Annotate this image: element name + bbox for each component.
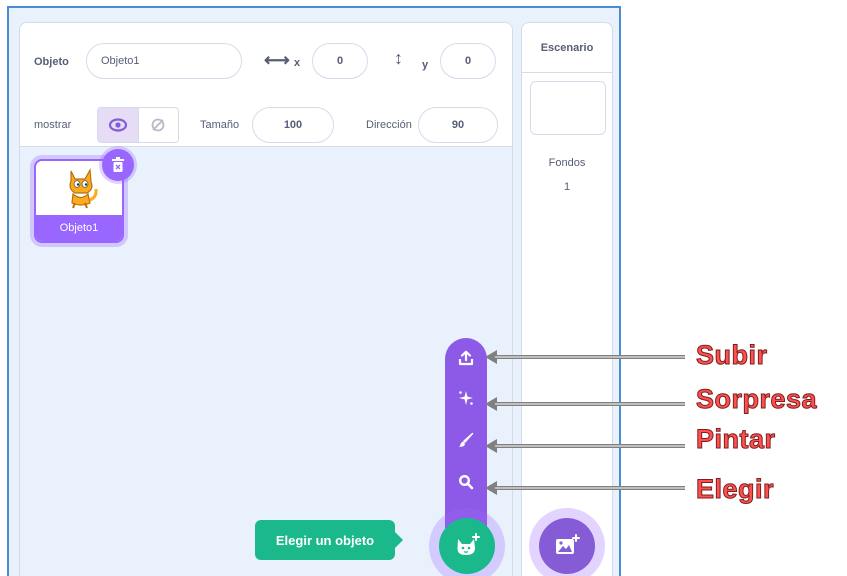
- visibility-toggle: [97, 107, 179, 143]
- hide-button[interactable]: [137, 108, 178, 142]
- horizontal-arrow-icon: ⟷: [264, 50, 290, 70]
- annotation-surprise: Sorpresa: [695, 384, 818, 415]
- size-label: Tamaño: [200, 119, 240, 131]
- sprite-tile-name: Objeto1: [36, 215, 122, 241]
- backdrop-add-icon: [556, 534, 580, 554]
- sprite-name-input[interactable]: Objeto1: [86, 43, 242, 79]
- direction-input[interactable]: 90: [418, 107, 498, 143]
- annotation-arrow-line: [495, 486, 685, 490]
- cat-add-icon: [457, 533, 480, 555]
- upload-sprite-button[interactable]: [445, 340, 487, 376]
- eye-icon: [108, 118, 127, 132]
- choose-sprite-button-halo: [429, 508, 505, 576]
- paint-sprite-button[interactable]: [445, 422, 487, 458]
- y-label: y: [422, 59, 429, 71]
- y-input[interactable]: 0: [440, 43, 496, 79]
- sprite-label: Objeto: [34, 56, 69, 68]
- show-button[interactable]: [98, 108, 138, 142]
- stage-thumbnail[interactable]: [530, 81, 606, 135]
- sprite-tile[interactable]: Objeto1: [34, 149, 134, 243]
- surprise-sparkle-icon: [459, 391, 473, 405]
- show-label: mostrar: [34, 119, 72, 131]
- choose-sprite-button[interactable]: [439, 518, 495, 574]
- choose-sprite-tooltip: Elegir un objeto: [255, 520, 403, 560]
- choose-backdrop-button-halo: [529, 508, 605, 576]
- annotation-paint: Pintar: [696, 424, 776, 455]
- sprite-pane: Objeto Objeto1 ⟷ x 0 ↕ y 0 mostrar Tamañ…: [19, 22, 513, 576]
- paint-brush-icon: [459, 432, 474, 447]
- choose-backdrop-button[interactable]: [539, 518, 595, 574]
- trash-icon: [112, 157, 124, 172]
- annotation-upload: Subir: [696, 340, 768, 371]
- cat-sprite-icon: [69, 167, 98, 209]
- surprise-sprite-button[interactable]: [445, 380, 487, 416]
- choose-from-library-button[interactable]: [445, 464, 487, 500]
- size-input[interactable]: 100: [252, 107, 334, 143]
- choose-sprite-menu: [445, 338, 487, 528]
- stage-header: Escenario: [522, 23, 612, 73]
- vertical-arrow-icon: ↕: [394, 48, 403, 68]
- annotation-arrow-line: [495, 355, 685, 359]
- sprite-info-bar: Objeto Objeto1 ⟷ x 0 ↕ y 0 mostrar Tamañ…: [20, 23, 512, 147]
- delete-sprite-button[interactable]: [102, 149, 134, 181]
- upload-icon: [458, 350, 474, 366]
- x-label: x: [294, 57, 301, 69]
- direction-label: Dirección: [366, 119, 412, 131]
- annotation-arrow-line: [495, 444, 685, 448]
- x-input[interactable]: 0: [312, 43, 368, 79]
- annotation-choose: Elegir: [695, 474, 775, 505]
- backdrops-label: Fondos: [548, 157, 586, 169]
- backdrops-count: 1: [563, 181, 571, 193]
- stage-pane: Escenario Fondos 1: [521, 22, 613, 576]
- search-icon: [458, 474, 474, 490]
- hidden-eye-icon: [152, 118, 165, 132]
- annotation-arrow-line: [495, 402, 685, 406]
- sprite-and-stage-panel: Objeto Objeto1 ⟷ x 0 ↕ y 0 mostrar Tamañ…: [7, 6, 621, 576]
